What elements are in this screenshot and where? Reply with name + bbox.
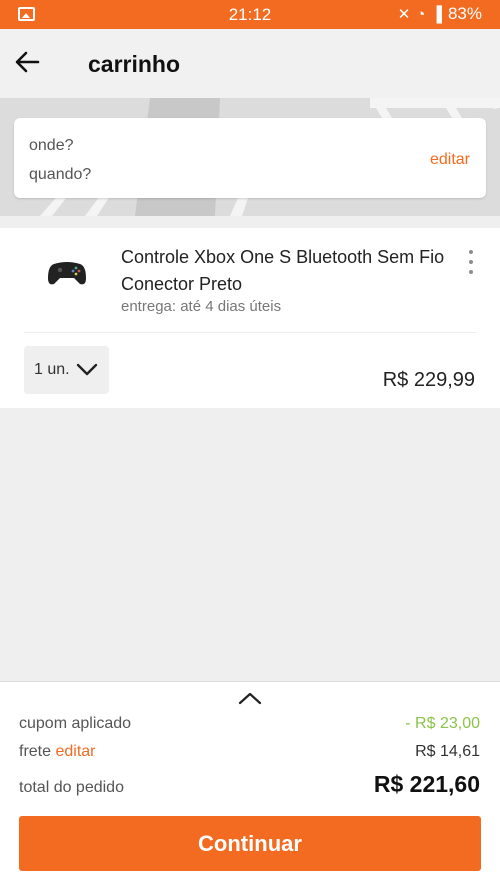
shipping-value: R$ 14,61 [415, 743, 480, 760]
cart-item: Controle Xbox One S Bluetooth Sem Fio Co… [0, 228, 500, 408]
status-icons: ✕ ◔ ▐ 83% [398, 4, 482, 24]
divider [24, 332, 476, 333]
order-summary: cupom aplicado - R$ 23,00 frete editar R… [0, 681, 500, 889]
battery-level: 83% [447, 4, 482, 23]
quantity-value: 1 un. [34, 361, 70, 378]
shipping-label: frete [19, 743, 52, 760]
product-name[interactable]: Controle Xbox One S Bluetooth Sem Fio Co… [121, 244, 451, 298]
chevron-up-icon[interactable] [238, 691, 262, 705]
coupon-value: - R$ 23,00 [405, 715, 480, 732]
delivery-estimate: entrega: até 4 dias úteis [121, 298, 282, 315]
edit-delivery-link[interactable]: editar [430, 151, 470, 169]
more-options-icon[interactable] [466, 250, 476, 274]
total-row: total do pedido R$ 221,60 [19, 771, 480, 798]
where-label: onde? [29, 137, 74, 154]
mute-icon: ✕ [397, 6, 411, 23]
app-bar: carrinho [0, 29, 500, 98]
total-value: R$ 221,60 [373, 771, 480, 797]
status-bar: 21:12 ✕ ◔ ▐ 83% [0, 0, 500, 29]
wifi-icon: ◔ [416, 5, 426, 23]
delivery-info-card[interactable]: onde? quando? editar [14, 118, 486, 198]
page-title: carrinho [88, 51, 181, 77]
continue-button[interactable]: Continuar [19, 816, 481, 871]
shipping-row: frete editar R$ 14,61 [19, 743, 480, 761]
signal-icon: ▐ [431, 5, 442, 23]
coupon-label: cupom aplicado [19, 715, 132, 732]
chevron-down-icon [76, 363, 98, 376]
when-label: quando? [29, 166, 92, 183]
product-image[interactable] [46, 256, 88, 290]
coupon-row: cupom aplicado - R$ 23,00 [19, 715, 480, 733]
total-label: total do pedido [19, 779, 124, 796]
quantity-select[interactable]: 1 un. [24, 346, 109, 394]
back-arrow-icon[interactable] [14, 49, 40, 75]
edit-shipping-link[interactable]: editar [55, 743, 95, 760]
shipping-label-group: frete editar [19, 743, 96, 761]
item-price: R$ 229,99 [382, 369, 475, 391]
